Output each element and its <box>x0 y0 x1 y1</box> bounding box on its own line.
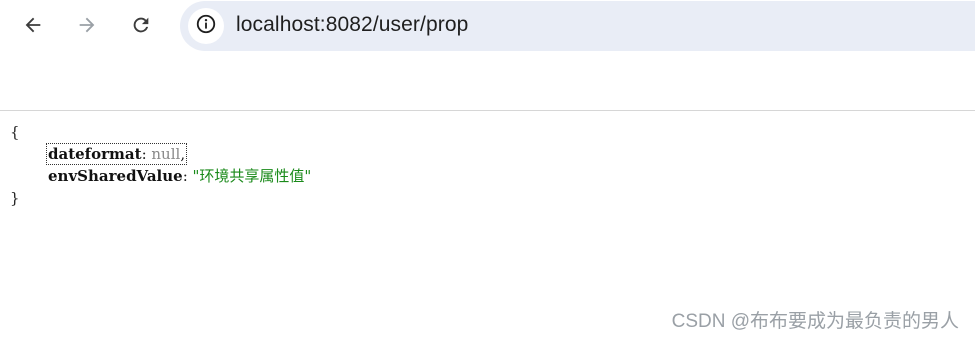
json-value-null: null <box>151 145 181 163</box>
arrow-left-icon <box>22 14 44 36</box>
json-separator: : <box>182 167 193 185</box>
json-open-brace: { <box>10 123 20 141</box>
json-value-string: "环境共享属性值" <box>192 167 312 185</box>
url-text[interactable]: localhost:8082/user/prop <box>236 13 468 37</box>
json-key: envSharedValue <box>48 167 183 185</box>
json-trailing-comma: , <box>180 145 186 163</box>
info-circle-icon <box>195 13 217 40</box>
csdn-watermark: CSDN @布布要成为最负责的男人 <box>671 311 959 332</box>
json-viewer: { dateformat: null, envSharedValue: "环境共… <box>10 121 311 209</box>
json-close-brace: } <box>10 189 20 207</box>
arrow-right-icon <box>76 14 98 36</box>
reload-button[interactable] <box>124 8 158 42</box>
json-key: dateformat <box>48 145 142 163</box>
json-entry-row: dateformat: null, <box>10 143 311 165</box>
toolbar-divider <box>0 110 975 111</box>
json-entry-focused[interactable]: dateformat: null, <box>45 143 188 165</box>
address-bar[interactable]: localhost:8082/user/prop <box>180 1 975 51</box>
forward-button[interactable] <box>70 8 104 42</box>
site-info-button[interactable] <box>188 8 224 44</box>
json-entry-row: envSharedValue: "环境共享属性值" <box>10 165 311 187</box>
reload-icon <box>130 14 152 36</box>
back-button[interactable] <box>16 8 50 42</box>
browser-toolbar: localhost:8082/user/prop <box>0 0 975 52</box>
json-separator: : <box>141 145 152 163</box>
